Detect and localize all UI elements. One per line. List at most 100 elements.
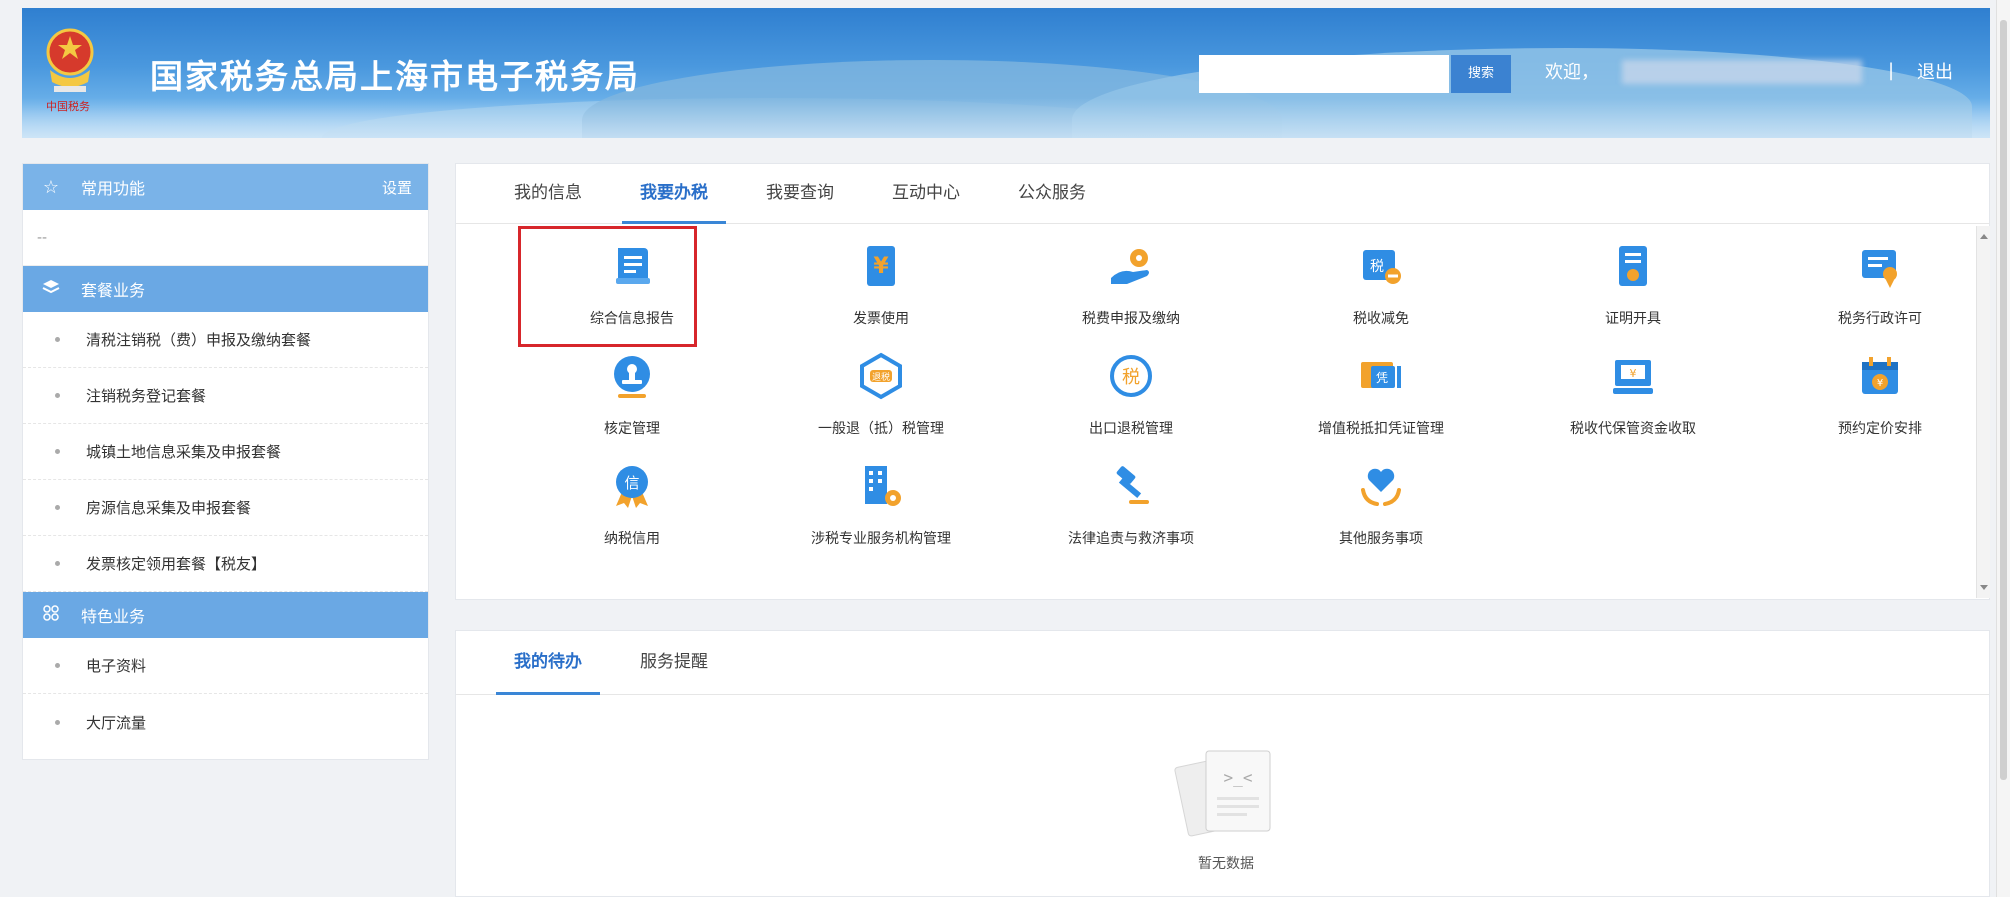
sidebar-section-special[interactable]: 特色业务 [23,592,428,638]
sidebar-item[interactable]: 房源信息采集及申报套餐 [23,480,428,536]
stamp-icon [614,356,650,398]
svg-text:¥: ¥ [1630,367,1637,380]
layers-icon [39,279,63,300]
service-label: 增值税抵扣凭证管理 [1318,421,1444,437]
service-item[interactable]: 税费申报及缴纳 [1016,242,1246,328]
tab-query[interactable]: 我要查询 [748,163,852,223]
service-highlight-box [518,226,697,347]
cash-box-icon: ¥ [1613,360,1653,394]
service-label: 税务行政许可 [1838,311,1922,327]
service-item[interactable]: 法律追责与救济事项 [1016,462,1246,548]
main-tabs: 我的信息 我要办税 我要查询 互动中心 公众服务 [456,164,1989,224]
calendar-yen-icon: ¥ [1862,357,1898,394]
bullet-icon [55,337,60,342]
panel-scrollbar[interactable] [1976,226,1990,598]
service-label: 出口退税管理 [1089,421,1173,437]
service-item[interactable]: ¥ 发票使用 [766,242,996,328]
window-scrollbar[interactable] [1996,0,2010,897]
sidebar-item[interactable]: 城镇土地信息采集及申报套餐 [23,424,428,480]
service-item[interactable]: ¥ 预约定价安排 [1765,352,1995,438]
service-item[interactable]: ¥ 税收代保管资金收取 [1518,352,1748,438]
svg-text:退税: 退税 [872,371,890,383]
heart-hands-icon [1361,468,1401,506]
license-badge-icon [1862,250,1897,288]
service-label: 税收减免 [1353,311,1409,327]
service-item[interactable]: 税 出口退税管理 [1016,352,1246,438]
sidebar-item[interactable]: 电子资料 [23,638,428,694]
sidebar-item-label: 注销税务登记套餐 [86,387,207,405]
tax-circle-icon: 税 [1110,355,1152,397]
sidebar-item[interactable]: 发票核定领用套餐【税友】 [23,536,428,592]
site-header: 中国税务 国家税务总局上海市电子税务局 搜索 欢迎， | 退出 [22,8,1990,138]
service-item[interactable]: 核定管理 [517,352,747,438]
service-item[interactable]: 税务行政许可 [1765,242,1995,328]
hand-coin-icon [1111,249,1149,284]
service-label: 预约定价安排 [1838,421,1922,437]
bullet-icon [55,561,60,566]
empty-face-text: >_< [1224,768,1253,787]
sidebar-item-label: 发票核定领用套餐【税友】 [86,555,267,573]
invoice-yen-icon: ¥ [867,246,895,286]
tab-interaction[interactable]: 互动中心 [874,163,978,223]
bullet-icon [55,719,60,725]
scrollbar-thumb[interactable] [2000,20,2007,780]
service-item[interactable]: 涉税专业服务机构管理 [766,462,996,548]
tab-my-todo[interactable]: 我的待办 [496,630,600,695]
service-item[interactable]: 证明开具 [1518,242,1748,328]
tab-public-service[interactable]: 公众服务 [1000,163,1104,223]
settings-link[interactable]: 设置 [382,177,412,198]
gavel-icon [1116,466,1149,504]
voucher-icon: 凭 [1361,362,1401,388]
empty-text: 暂无数据 [1198,856,1254,872]
sidebar-section-package[interactable]: 套餐业务 [23,266,428,312]
certificate-icon [1619,246,1647,286]
svg-text:税: 税 [1370,259,1384,275]
empty-marker: -- [23,210,428,266]
header-haze [22,98,1990,138]
service-label: 税费申报及缴纳 [1082,311,1180,327]
sidebar-item[interactable]: 清税注销税（费）申报及缴纳套餐 [23,312,428,368]
service-item[interactable]: 税 税收减免 [1266,242,1496,328]
service-label: 发票使用 [853,311,909,327]
redacted-username [1622,60,1862,84]
logout-link[interactable]: 退出 [1917,58,1953,84]
tab-handle-tax[interactable]: 我要办税 [622,163,726,224]
service-label: 纳税信用 [604,531,660,547]
service-label: 税收代保管资金收取 [1570,421,1696,437]
credit-medal-icon: 信 [616,466,648,508]
tab-service-reminder[interactable]: 服务提醒 [622,630,726,694]
svg-text:中国税务: 中国税务 [46,99,90,113]
sidebar-section-title: 常用功能 [81,179,146,198]
service-item[interactable]: 凭 增值税抵扣凭证管理 [1266,352,1496,438]
grid-icon [39,604,63,626]
search-button[interactable]: 搜索 [1451,55,1511,93]
svg-text:凭: 凭 [1376,370,1388,385]
tax-minus-icon: 税 [1363,250,1401,284]
bullet-icon [55,449,60,454]
service-label: 证明开具 [1605,311,1661,327]
service-item[interactable]: 其他服务事项 [1266,462,1496,548]
sidebar-item-label: 大厅流量 [86,713,147,732]
service-item[interactable]: 信 纳税信用 [517,462,747,548]
svg-text:信: 信 [624,474,639,492]
sidebar: ☆ 常用功能 设置 -- 套餐业务 清税注销税（费）申报及缴纳套餐 注销税务登记… [22,163,429,760]
sidebar-section-common[interactable]: ☆ 常用功能 设置 [23,164,428,210]
empty-document-icon: >_< [1174,750,1271,837]
scroll-up-icon[interactable] [1980,234,1988,239]
sidebar-item[interactable]: 注销税务登记套餐 [23,368,428,424]
todo-tabs: 我的待办 服务提醒 [456,631,1989,695]
service-label: 法律追责与救济事项 [1068,531,1194,547]
header-separator: | [1888,60,1895,81]
scroll-down-icon[interactable] [1980,585,1988,590]
welcome-text: 欢迎， [1545,62,1599,83]
star-icon: ☆ [42,176,60,198]
building-gear-icon [865,466,901,506]
sidebar-item-label: 城镇土地信息采集及申报套餐 [86,443,282,461]
sidebar-item-label: 房源信息采集及申报套餐 [86,499,252,517]
sidebar-item-label: 电子资料 [86,657,147,675]
search-input[interactable] [1199,55,1449,93]
service-item[interactable]: 退税 一般退（抵）税管理 [766,352,996,438]
bullet-icon [55,663,60,668]
tab-my-info[interactable]: 我的信息 [496,163,600,223]
sidebar-item[interactable]: 大厅流量 [23,694,428,750]
